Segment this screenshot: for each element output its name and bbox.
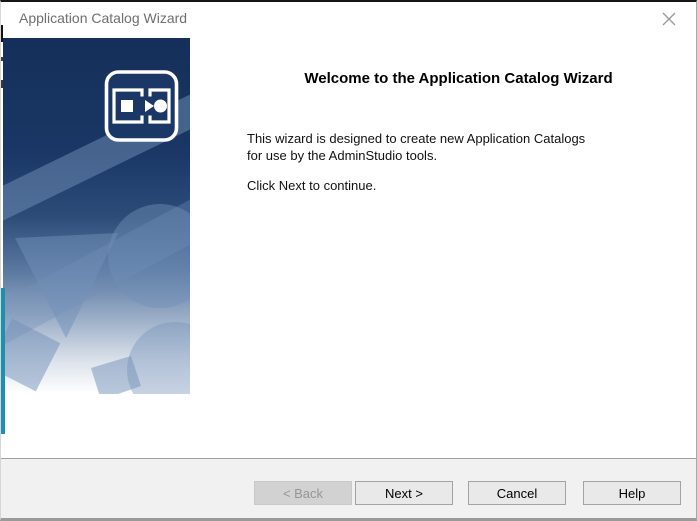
close-icon <box>662 12 676 25</box>
cancel-button[interactable]: Cancel <box>468 481 566 505</box>
instruction-text: Click Next to continue. <box>247 178 377 193</box>
window-title: Application Catalog Wizard <box>19 10 188 26</box>
wizard-dialog: Application Catalog Wizard Welcome to th… <box>0 0 697 521</box>
title-bar[interactable]: Application Catalog Wizard <box>1 2 696 35</box>
left-edge-mark <box>1 80 3 88</box>
description-line-2: for use by the AdminStudio tools. <box>247 148 438 163</box>
next-button[interactable]: Next > <box>355 481 453 505</box>
wizard-page-content: Welcome to the Application Catalog Wizar… <box>190 38 696 194</box>
back-button: < Back <box>254 481 352 505</box>
wizard-description: This wizard is designed to create new Ap… <box>247 130 670 164</box>
left-edge-mark <box>1 57 3 61</box>
description-line-1: This wizard is designed to create new Ap… <box>247 131 586 146</box>
left-edge-teal-strip <box>1 288 5 434</box>
application-catalog-conversion-icon <box>104 70 179 142</box>
close-button[interactable] <box>648 2 690 35</box>
left-edge-mark <box>1 25 3 42</box>
page-title: Welcome to the Application Catalog Wizar… <box>304 70 613 87</box>
sidebar-graphic <box>1 38 223 418</box>
wizard-sidebar-artwork <box>1 38 223 418</box>
help-button[interactable]: Help <box>583 481 681 505</box>
